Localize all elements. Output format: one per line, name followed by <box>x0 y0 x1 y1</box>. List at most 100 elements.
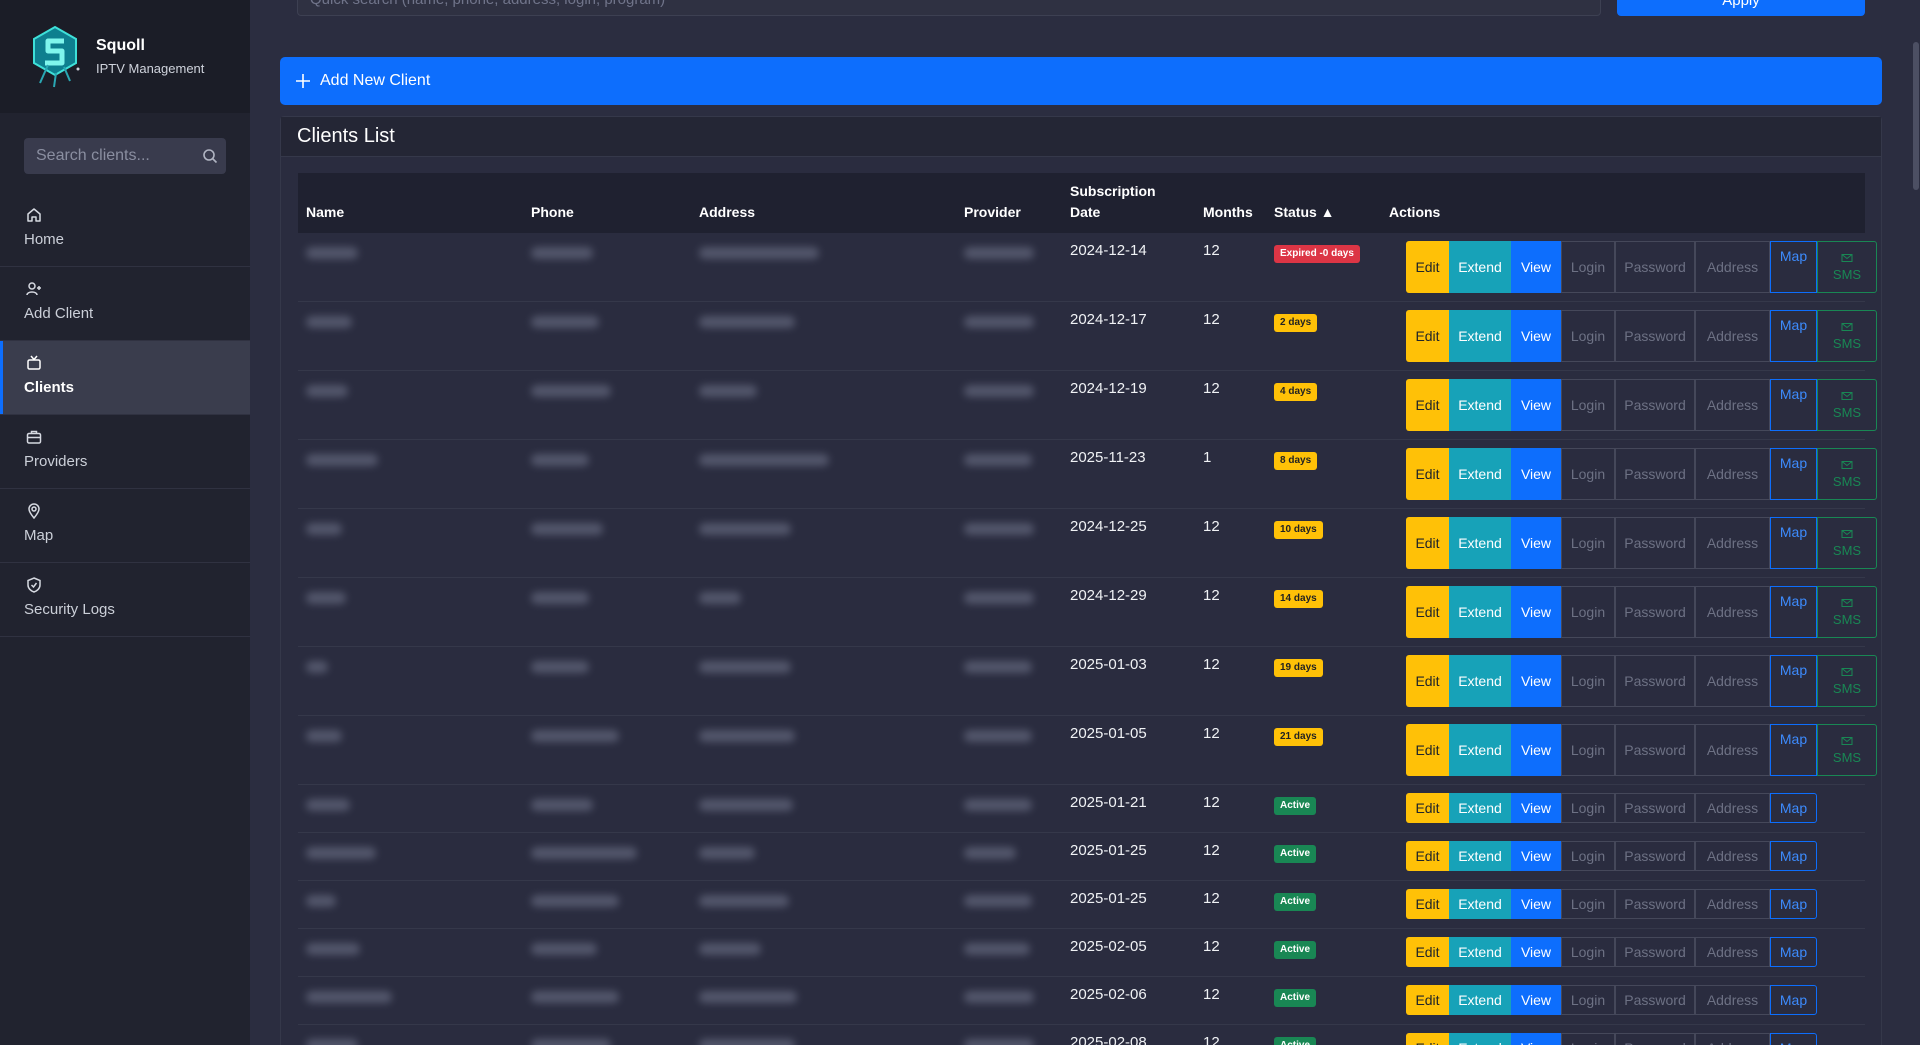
copy-login-button[interactable]: Login <box>1561 379 1615 431</box>
view-button[interactable]: View <box>1511 241 1561 293</box>
copy-password-button[interactable]: Password <box>1615 517 1695 569</box>
extend-button[interactable]: Extend <box>1449 517 1511 569</box>
sidebar-item-providers[interactable]: Providers <box>0 415 250 489</box>
header-months[interactable]: Months <box>1203 202 1253 223</box>
map-button[interactable]: Map <box>1770 310 1817 362</box>
extend-button[interactable]: Extend <box>1449 985 1511 1015</box>
view-button[interactable]: View <box>1511 448 1561 500</box>
map-button[interactable]: Map <box>1770 586 1817 638</box>
sms-button[interactable]: SMS <box>1817 448 1877 500</box>
copy-address-button[interactable]: Address <box>1695 1033 1770 1045</box>
view-button[interactable]: View <box>1511 724 1561 776</box>
map-button[interactable]: Map <box>1770 985 1817 1015</box>
copy-password-button[interactable]: Password <box>1615 793 1695 823</box>
copy-password-button[interactable]: Password <box>1615 889 1695 919</box>
sms-button[interactable]: SMS <box>1817 724 1877 776</box>
header-subscription-date[interactable]: Subscription Date <box>1070 181 1170 223</box>
copy-address-button[interactable]: Address <box>1695 448 1770 500</box>
copy-login-button[interactable]: Login <box>1561 586 1615 638</box>
sms-button[interactable]: SMS <box>1817 241 1877 293</box>
edit-button[interactable]: Edit <box>1406 793 1449 823</box>
view-button[interactable]: View <box>1511 889 1561 919</box>
edit-button[interactable]: Edit <box>1406 889 1449 919</box>
extend-button[interactable]: Extend <box>1449 889 1511 919</box>
copy-address-button[interactable]: Address <box>1695 655 1770 707</box>
copy-password-button[interactable]: Password <box>1615 310 1695 362</box>
copy-address-button[interactable]: Address <box>1695 310 1770 362</box>
edit-button[interactable]: Edit <box>1406 655 1449 707</box>
extend-button[interactable]: Extend <box>1449 310 1511 362</box>
copy-login-button[interactable]: Login <box>1561 655 1615 707</box>
copy-login-button[interactable]: Login <box>1561 841 1615 871</box>
copy-address-button[interactable]: Address <box>1695 241 1770 293</box>
add-new-client-button[interactable]: Add New Client <box>280 57 1882 105</box>
view-button[interactable]: View <box>1511 310 1561 362</box>
sidebar-item-map[interactable]: Map <box>0 489 250 563</box>
view-button[interactable]: View <box>1511 655 1561 707</box>
copy-login-button[interactable]: Login <box>1561 889 1615 919</box>
edit-button[interactable]: Edit <box>1406 310 1449 362</box>
copy-password-button[interactable]: Password <box>1615 724 1695 776</box>
page-scrollbar[interactable] <box>1912 0 1920 1045</box>
edit-button[interactable]: Edit <box>1406 724 1449 776</box>
extend-button[interactable]: Extend <box>1449 241 1511 293</box>
copy-login-button[interactable]: Login <box>1561 448 1615 500</box>
copy-login-button[interactable]: Login <box>1561 724 1615 776</box>
edit-button[interactable]: Edit <box>1406 841 1449 871</box>
copy-password-button[interactable]: Password <box>1615 655 1695 707</box>
view-button[interactable]: View <box>1511 841 1561 871</box>
extend-button[interactable]: Extend <box>1449 379 1511 431</box>
scrollbar-thumb[interactable] <box>1913 42 1919 190</box>
edit-button[interactable]: Edit <box>1406 448 1449 500</box>
copy-login-button[interactable]: Login <box>1561 241 1615 293</box>
copy-address-button[interactable]: Address <box>1695 889 1770 919</box>
sidebar-item-security-logs[interactable]: Security Logs <box>0 563 250 637</box>
copy-address-button[interactable]: Address <box>1695 793 1770 823</box>
extend-button[interactable]: Extend <box>1449 841 1511 871</box>
view-button[interactable]: View <box>1511 586 1561 638</box>
sms-button[interactable]: SMS <box>1817 586 1877 638</box>
copy-password-button[interactable]: Password <box>1615 379 1695 431</box>
sms-button[interactable]: SMS <box>1817 310 1877 362</box>
sms-button[interactable]: SMS <box>1817 655 1877 707</box>
sidebar-item-home[interactable]: Home <box>0 193 250 267</box>
extend-button[interactable]: Extend <box>1449 448 1511 500</box>
header-status[interactable]: Status ▲ <box>1274 202 1335 223</box>
copy-address-button[interactable]: Address <box>1695 586 1770 638</box>
sms-button[interactable]: SMS <box>1817 517 1877 569</box>
extend-button[interactable]: Extend <box>1449 724 1511 776</box>
map-button[interactable]: Map <box>1770 724 1817 776</box>
extend-button[interactable]: Extend <box>1449 1033 1511 1045</box>
view-button[interactable]: View <box>1511 937 1561 967</box>
sidebar-search-input[interactable] <box>24 138 226 174</box>
copy-address-button[interactable]: Address <box>1695 379 1770 431</box>
edit-button[interactable]: Edit <box>1406 379 1449 431</box>
search-icon[interactable] <box>202 148 218 164</box>
copy-login-button[interactable]: Login <box>1561 310 1615 362</box>
edit-button[interactable]: Edit <box>1406 1033 1449 1045</box>
view-button[interactable]: View <box>1511 379 1561 431</box>
map-button[interactable]: Map <box>1770 889 1817 919</box>
edit-button[interactable]: Edit <box>1406 937 1449 967</box>
copy-password-button[interactable]: Password <box>1615 241 1695 293</box>
brand[interactable]: Squoll IPTV Management <box>0 0 250 113</box>
view-button[interactable]: View <box>1511 985 1561 1015</box>
view-button[interactable]: View <box>1511 793 1561 823</box>
sms-button[interactable]: SMS <box>1817 379 1877 431</box>
copy-address-button[interactable]: Address <box>1695 517 1770 569</box>
edit-button[interactable]: Edit <box>1406 517 1449 569</box>
header-address[interactable]: Address <box>699 202 755 223</box>
copy-login-button[interactable]: Login <box>1561 937 1615 967</box>
map-button[interactable]: Map <box>1770 793 1817 823</box>
copy-password-button[interactable]: Password <box>1615 937 1695 967</box>
map-button[interactable]: Map <box>1770 517 1817 569</box>
header-provider[interactable]: Provider <box>964 202 1021 223</box>
copy-password-button[interactable]: Password <box>1615 448 1695 500</box>
copy-login-button[interactable]: Login <box>1561 517 1615 569</box>
map-button[interactable]: Map <box>1770 241 1817 293</box>
copy-password-button[interactable]: Password <box>1615 586 1695 638</box>
map-button[interactable]: Map <box>1770 841 1817 871</box>
copy-login-button[interactable]: Login <box>1561 793 1615 823</box>
extend-button[interactable]: Extend <box>1449 655 1511 707</box>
extend-button[interactable]: Extend <box>1449 937 1511 967</box>
